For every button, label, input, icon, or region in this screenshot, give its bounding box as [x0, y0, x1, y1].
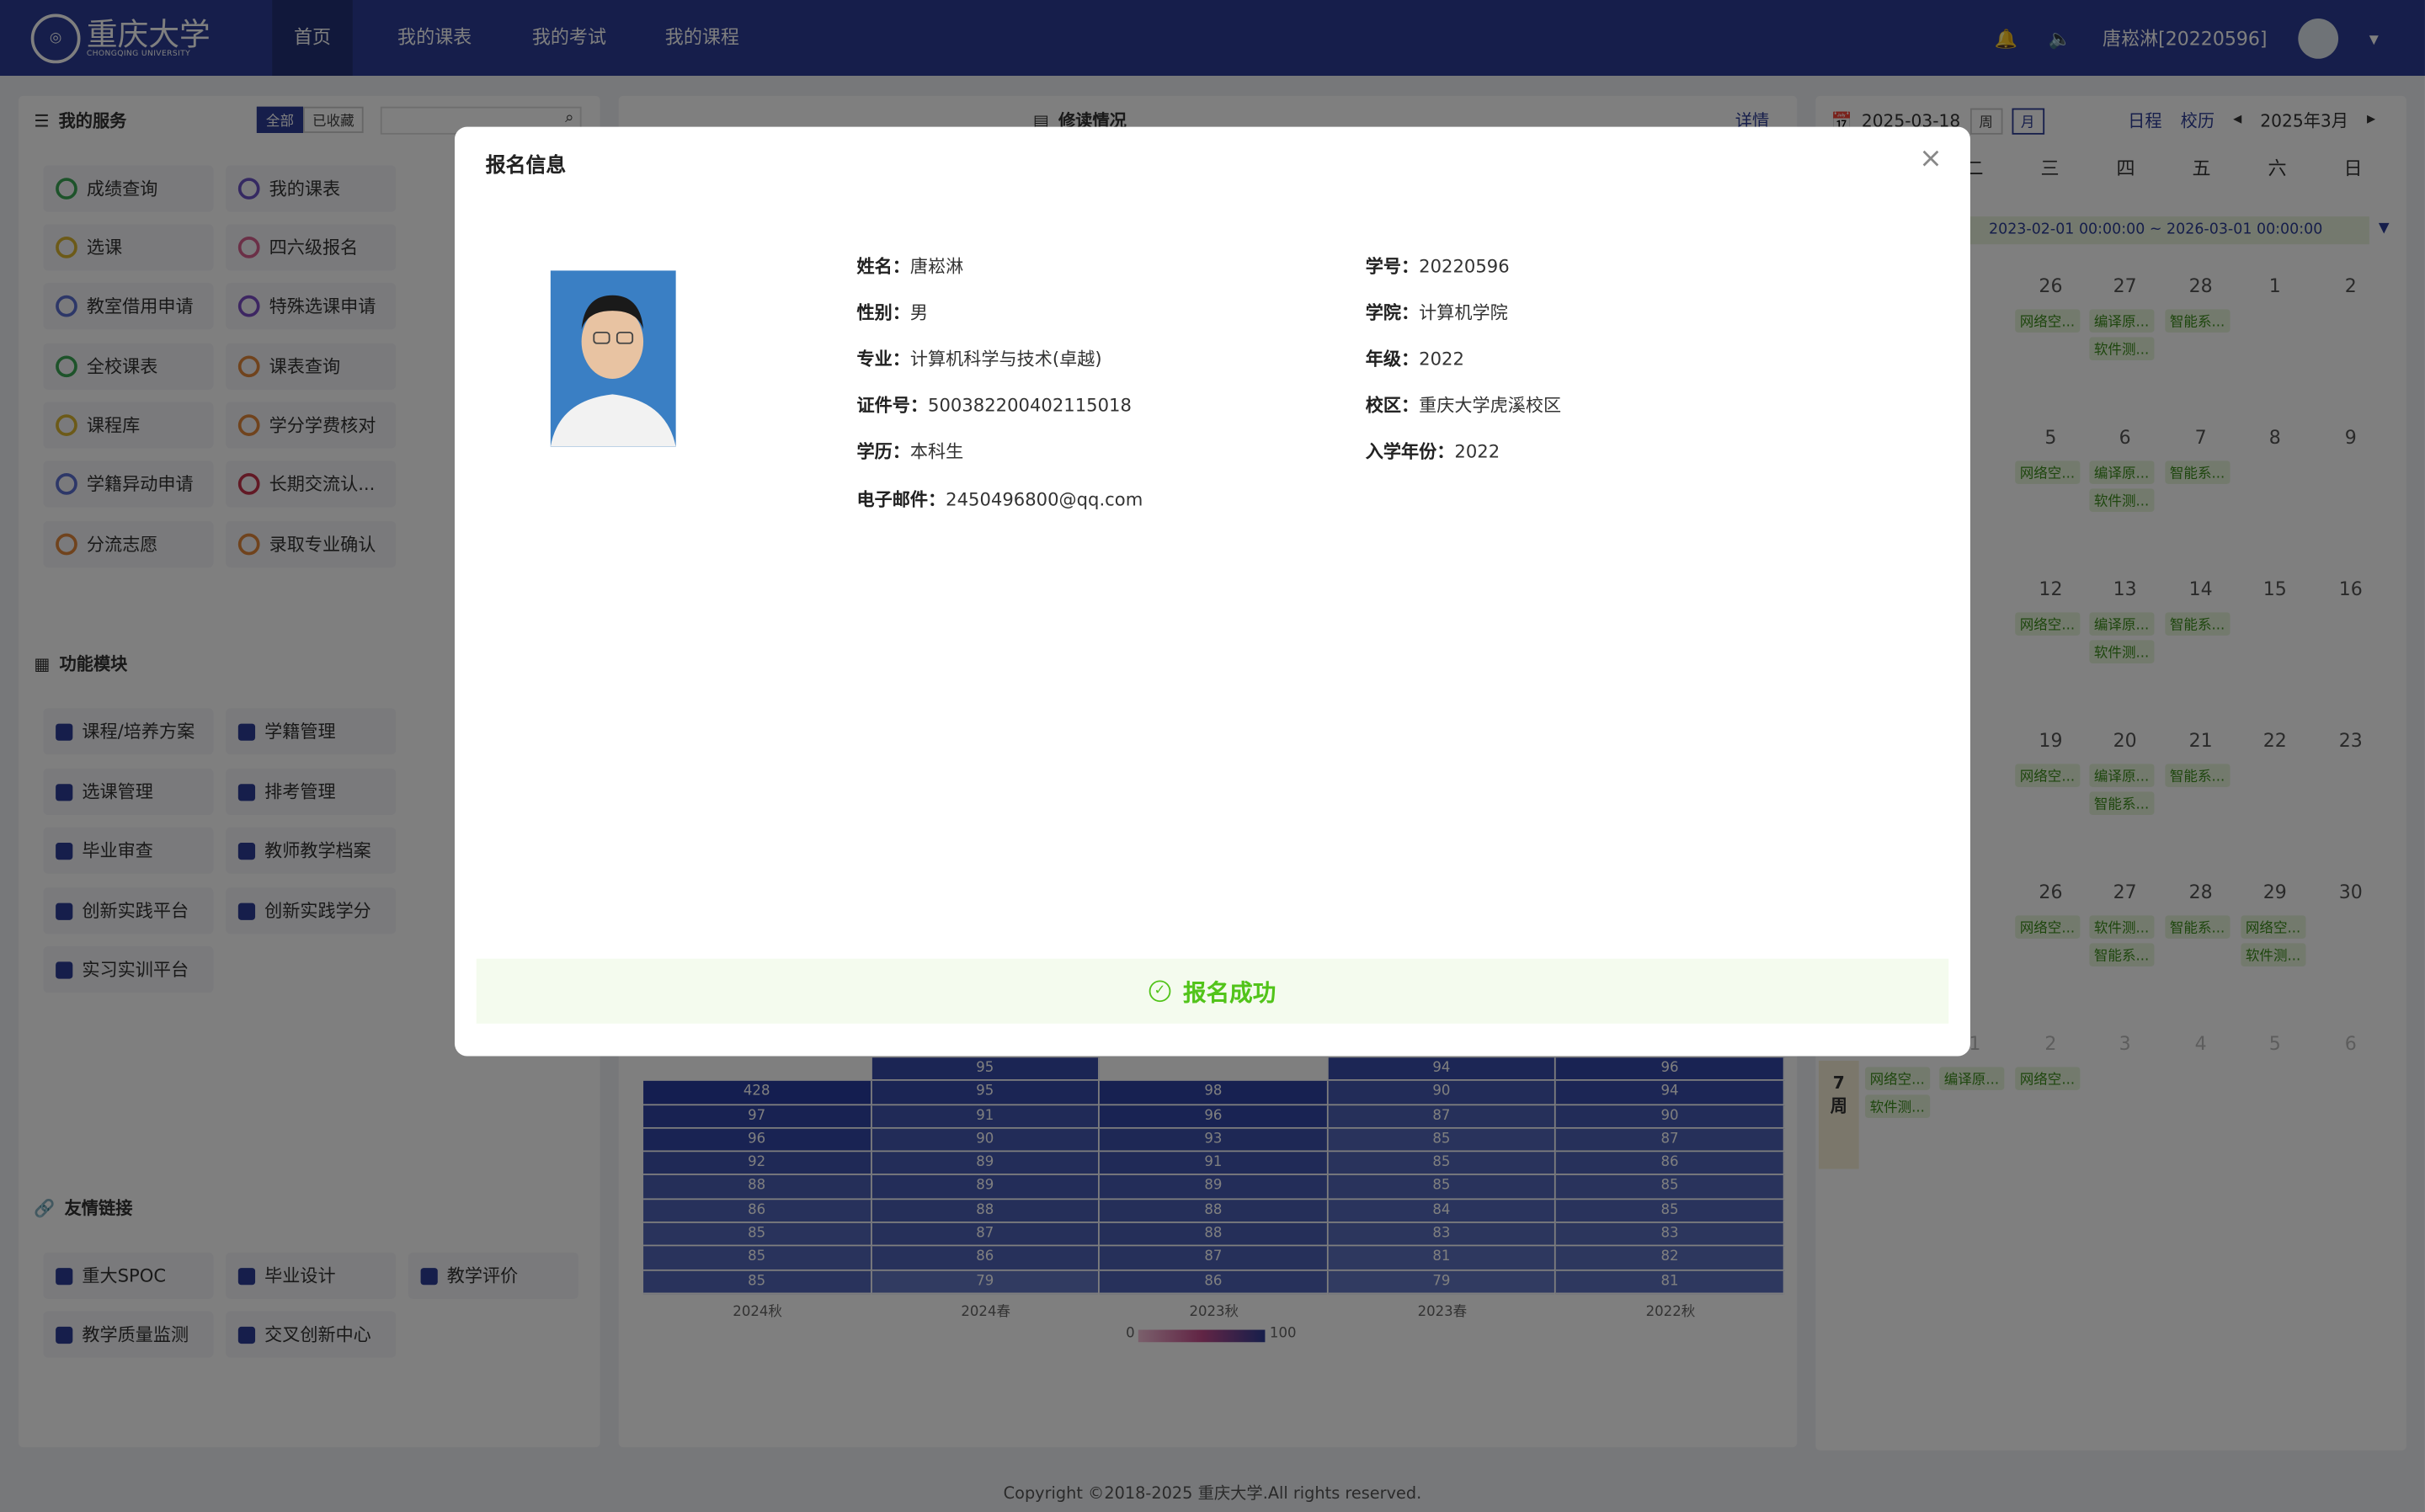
student-photo	[550, 270, 676, 447]
close-icon[interactable]: ×	[1919, 142, 1943, 175]
field-student-id: 学号：20220596	[1365, 255, 1510, 277]
field-major: 专业：计算机科学与技术(卓越)	[856, 348, 1102, 370]
registration-modal: 报名信息 × 姓名：唐崧淋 性别：男 专业：计算机科学与技术(卓越) 证件号：5…	[454, 126, 1970, 1057]
field-name: 姓名：唐崧淋	[856, 255, 964, 277]
check-circle-icon: ✓	[1149, 980, 1171, 1003]
field-campus: 校区：重庆大学虎溪校区	[1365, 394, 1562, 417]
field-education: 学历：本科生	[856, 440, 964, 463]
field-grade: 年级：2022	[1365, 348, 1464, 370]
field-id-number: 证件号：500382200402115018	[856, 394, 1132, 417]
field-enroll-year: 入学年份：2022	[1365, 440, 1500, 463]
field-gender: 性别：男	[856, 301, 929, 323]
success-text: 报名成功	[1183, 977, 1276, 1006]
success-banner: ✓ 报名成功	[476, 958, 1949, 1024]
field-college: 学院：计算机学院	[1365, 301, 1508, 323]
modal-title: 报名信息	[485, 154, 567, 178]
field-email: 电子邮件：2450496800@qq.com	[856, 488, 1143, 511]
